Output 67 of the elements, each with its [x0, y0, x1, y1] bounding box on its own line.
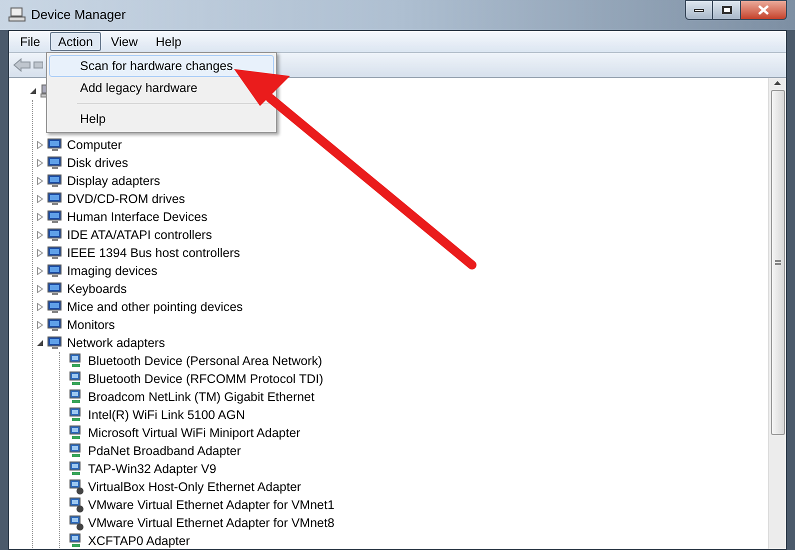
- tree-item[interactable]: DVD/CD-ROM drives: [66, 190, 186, 208]
- device-icon: [47, 335, 63, 351]
- scroll-up-icon[interactable]: [774, 81, 781, 85]
- tree-item[interactable]: VirtualBox Host-Only Ethernet Adapter: [87, 478, 302, 496]
- device-icon: [47, 299, 63, 315]
- close-icon: [758, 5, 769, 15]
- scrollbar-thumb[interactable]: [770, 90, 784, 435]
- tree-item[interactable]: Human Interface Devices: [66, 208, 208, 226]
- window-title: Device Manager: [31, 6, 126, 24]
- network-adapter-download-icon: [68, 515, 84, 531]
- device-icon: [47, 263, 63, 279]
- tree-item[interactable]: Keyboards: [66, 280, 128, 298]
- tree-item[interactable]: XCFTAP0 Adapter: [87, 532, 191, 549]
- tree-item[interactable]: Mice and other pointing devices: [66, 298, 244, 316]
- network-adapter-download-icon: [68, 497, 84, 513]
- expand-triangle-icon[interactable]: [36, 285, 44, 293]
- expand-triangle-icon[interactable]: [36, 267, 44, 275]
- menu-item[interactable]: View: [102, 32, 146, 51]
- expand-triangle-icon[interactable]: [36, 195, 44, 203]
- device-icon: [47, 137, 63, 153]
- network-adapter-download-icon: [68, 479, 84, 495]
- tree-item[interactable]: VMware Virtual Ethernet Adapter for VMnet8: [87, 514, 336, 532]
- menu-item[interactable]: Action: [50, 32, 101, 51]
- tree-item[interactable]: Imaging devices: [66, 262, 158, 280]
- expand-triangle-icon[interactable]: [36, 213, 44, 221]
- scrollbar[interactable]: [768, 78, 786, 549]
- expand-triangle-icon[interactable]: [36, 321, 44, 329]
- expand-triangle-icon[interactable]: [36, 249, 44, 257]
- tree-item[interactable]: Intel(R) WiFi Link 5100 AGN: [87, 406, 246, 424]
- device-icon: [47, 227, 63, 243]
- close-button[interactable]: [740, 0, 787, 20]
- expand-triangle-icon[interactable]: [36, 177, 44, 185]
- tree-item[interactable]: Broadcom NetLink (TM) Gigabit Ethernet: [87, 388, 316, 406]
- tree-item[interactable]: Disk drives: [66, 154, 130, 172]
- collapse-triangle-icon[interactable]: [29, 87, 37, 95]
- expand-triangle-icon[interactable]: [36, 231, 44, 239]
- tree-item[interactable]: IEEE 1394 Bus host controllers: [66, 244, 242, 262]
- device-icon: [47, 209, 63, 225]
- device-icon: [47, 245, 63, 261]
- expand-triangle-icon[interactable]: [36, 159, 44, 167]
- maximize-button[interactable]: [713, 0, 740, 20]
- tree-item[interactable]: TAP-Win32 Adapter V9: [87, 460, 218, 478]
- expand-triangle-icon[interactable]: [36, 141, 44, 149]
- back-arrow-icon[interactable]: [13, 58, 31, 72]
- device-icon: [47, 317, 63, 333]
- device-manager-icon: [8, 7, 26, 23]
- expand-triangle-icon[interactable]: [36, 303, 44, 311]
- menu-item[interactable]: Help: [49, 108, 274, 130]
- tree-item[interactable]: Bluetooth Device (RFCOMM Protocol TDI): [87, 370, 324, 388]
- menu-item[interactable]: Scan for hardware changes: [49, 55, 274, 77]
- tree-item[interactable]: PdaNet Broadband Adapter: [87, 442, 242, 460]
- device-icon: [47, 191, 63, 207]
- menu-item[interactable]: File: [12, 32, 48, 51]
- tree-item[interactable]: Display adapters: [66, 172, 162, 190]
- tree-item[interactable]: Network adapters: [66, 334, 166, 352]
- tree-item[interactable]: Monitors: [66, 316, 116, 334]
- tree-item[interactable]: IDE ATA/ATAPI controllers: [66, 226, 213, 244]
- device-icon: [47, 155, 63, 171]
- collapse-triangle-icon[interactable]: [36, 339, 44, 347]
- device-icon: [47, 173, 63, 189]
- tree-item[interactable]: Bluetooth Device (Personal Area Network): [87, 352, 324, 370]
- tree-item[interactable]: Computer: [66, 136, 123, 154]
- minimize-button[interactable]: [685, 0, 713, 20]
- tree-item[interactable]: VMware Virtual Ethernet Adapter for VMnet1: [87, 496, 336, 514]
- tree-item[interactable]: Microsoft Virtual WiFi Miniport Adapter: [87, 424, 302, 442]
- menu-item[interactable]: Help: [148, 32, 190, 51]
- device-icon: [47, 281, 63, 297]
